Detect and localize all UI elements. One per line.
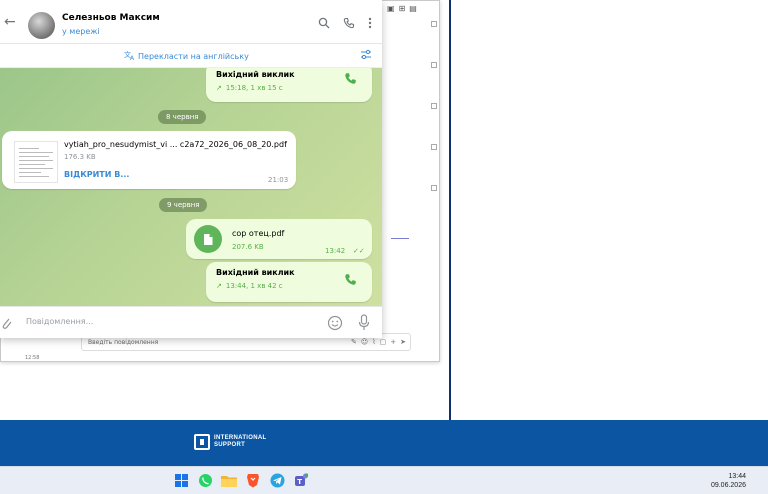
- avatar[interactable]: [28, 12, 55, 39]
- back-arrow-icon[interactable]: ←: [4, 15, 16, 29]
- outgoing-arrow-icon: ↗: [216, 282, 222, 290]
- background-send-icon[interactable]: ➤: [400, 338, 406, 346]
- background-side-controls: [431, 21, 441, 271]
- outgoing-call-message[interactable]: Вихідний виклик ↗ 15:18, 1 хв 15 с: [206, 68, 372, 102]
- system-clock[interactable]: 13:44 09.06.2026: [711, 472, 746, 490]
- search-icon[interactable]: [318, 17, 330, 32]
- background-timestamp: 12:58: [25, 355, 40, 361]
- outgoing-arrow-icon: ↗: [216, 84, 222, 92]
- outgoing-file-message[interactable]: cop отец.pdf 207.6 KB 13:42 ✓✓: [186, 219, 372, 259]
- desktop: ▣ ⊞ ▤ Введіть повідомлення ✎ ☺ ⌇ ▢ + ➤ 1…: [0, 0, 768, 494]
- windows-start-icon[interactable]: [172, 471, 190, 489]
- background-format-icon[interactable]: ✎: [351, 338, 357, 346]
- svg-text:A: A: [130, 55, 135, 60]
- taskbar: [0, 466, 768, 494]
- background-plus-icon[interactable]: +: [390, 338, 396, 346]
- file-name[interactable]: cop отец.pdf: [232, 229, 284, 238]
- international-support-logo: INTERNATIONAL SUPPORT: [194, 434, 266, 450]
- message-input[interactable]: Повідомлення...: [26, 317, 93, 326]
- telegram-icon[interactable]: [268, 471, 286, 489]
- background-checkbox[interactable]: [431, 144, 437, 150]
- message-composer: Повідомлення...: [0, 306, 382, 338]
- background-doc-icon[interactable]: ▤: [409, 4, 417, 13]
- background-divider: [391, 238, 409, 239]
- translate-settings-icon[interactable]: [360, 49, 372, 63]
- translate-bar[interactable]: 文A Перекласти на англійську: [0, 44, 382, 68]
- clock-time: 13:44: [728, 473, 746, 480]
- message-time: 21:03: [268, 176, 289, 184]
- telegram-chat-window: ← Селезньов Максим у мережі 文A Перекласт…: [0, 0, 382, 338]
- call-title: Вихідний виклик: [216, 268, 295, 277]
- background-attach-icon[interactable]: ⌇: [372, 338, 375, 346]
- call-meta-text: 13:44, 1 хв 42 с: [225, 282, 283, 290]
- logo-line-1: INTERNATIONAL: [214, 435, 267, 441]
- file-size: 176.3 KB: [64, 153, 96, 161]
- date-separator: 8 червня: [158, 110, 207, 124]
- open-with-button[interactable]: ВІДКРИТИ В...: [64, 170, 129, 179]
- taskbar-apps: T: [172, 471, 310, 489]
- background-checkbox[interactable]: [431, 185, 437, 191]
- message-time: 13:42: [325, 247, 346, 255]
- translate-icon: 文A: [124, 50, 135, 62]
- background-grid-icon[interactable]: ⊞: [399, 4, 406, 13]
- outgoing-call-message[interactable]: Вихідний виклик ↗ 13:44, 1 хв 42 с: [206, 262, 372, 302]
- call-back-phone-icon[interactable]: [344, 72, 357, 88]
- background-checkbox[interactable]: [431, 21, 437, 27]
- document-thumbnail[interactable]: [14, 141, 58, 183]
- background-emoji-icon[interactable]: ☺: [361, 338, 368, 346]
- clock-date: 09.06.2026: [710, 482, 746, 489]
- file-download-button[interactable]: [194, 225, 222, 253]
- call-back-phone-icon[interactable]: [344, 273, 357, 289]
- emoji-icon[interactable]: [327, 315, 343, 335]
- microphone-icon[interactable]: [358, 314, 370, 335]
- footer-banner: [0, 420, 768, 466]
- teams-icon[interactable]: T: [292, 471, 310, 489]
- chat-header: ← Селезньов Максим у мережі: [0, 0, 382, 44]
- chat-messages-area[interactable]: Вихідний виклик ↗ 15:18, 1 хв 15 с 8 чер…: [0, 68, 382, 306]
- file-name[interactable]: vytiah_pro_nesudymist_vi ... c2a72_2026_…: [64, 140, 287, 149]
- right-background-panel: [449, 0, 768, 420]
- svg-text:T: T: [297, 478, 302, 486]
- background-tool-icon[interactable]: ▣: [387, 4, 395, 13]
- file-explorer-icon[interactable]: [220, 471, 238, 489]
- contact-status: у мережі: [62, 27, 100, 36]
- background-image-icon[interactable]: ▢: [380, 338, 387, 346]
- call-meta-text: 15:18, 1 хв 15 с: [225, 84, 283, 92]
- header-actions: [318, 17, 372, 32]
- background-input-placeholder: Введіть повідомлення: [88, 338, 159, 346]
- call-meta: ↗ 13:44, 1 хв 42 с: [216, 282, 283, 290]
- read-checkmarks-icon: ✓✓: [353, 247, 365, 255]
- file-size: 207.6 KB: [232, 243, 264, 251]
- logo-line-2: SUPPORT: [214, 442, 246, 448]
- call-title: Вихідний виклик: [216, 70, 295, 79]
- background-window-toolbar: ▣ ⊞ ▤: [381, 1, 441, 15]
- document-icon: [204, 233, 213, 245]
- background-checkbox[interactable]: [431, 62, 437, 68]
- date-separator: 9 червня: [159, 198, 208, 212]
- incoming-file-message[interactable]: vytiah_pro_nesudymist_vi ... c2a72_2026_…: [2, 131, 296, 189]
- contact-name[interactable]: Селезньов Максим: [62, 13, 160, 23]
- brave-browser-icon[interactable]: [244, 471, 262, 489]
- logo-mark-icon: [194, 434, 210, 450]
- background-checkbox[interactable]: [431, 103, 437, 109]
- more-menu-icon[interactable]: [368, 17, 372, 32]
- whatsapp-icon[interactable]: [196, 471, 214, 489]
- logo-text: INTERNATIONAL SUPPORT: [214, 435, 266, 449]
- phone-icon[interactable]: [343, 17, 355, 32]
- background-input-icons: ✎ ☺ ⌇ ▢ + ➤: [351, 338, 410, 346]
- paperclip-icon[interactable]: [0, 315, 12, 334]
- translate-label: Перекласти на англійську: [138, 51, 249, 61]
- translate-button[interactable]: 文A Перекласти на англійську: [124, 50, 249, 62]
- call-meta: ↗ 15:18, 1 хв 15 с: [216, 84, 283, 92]
